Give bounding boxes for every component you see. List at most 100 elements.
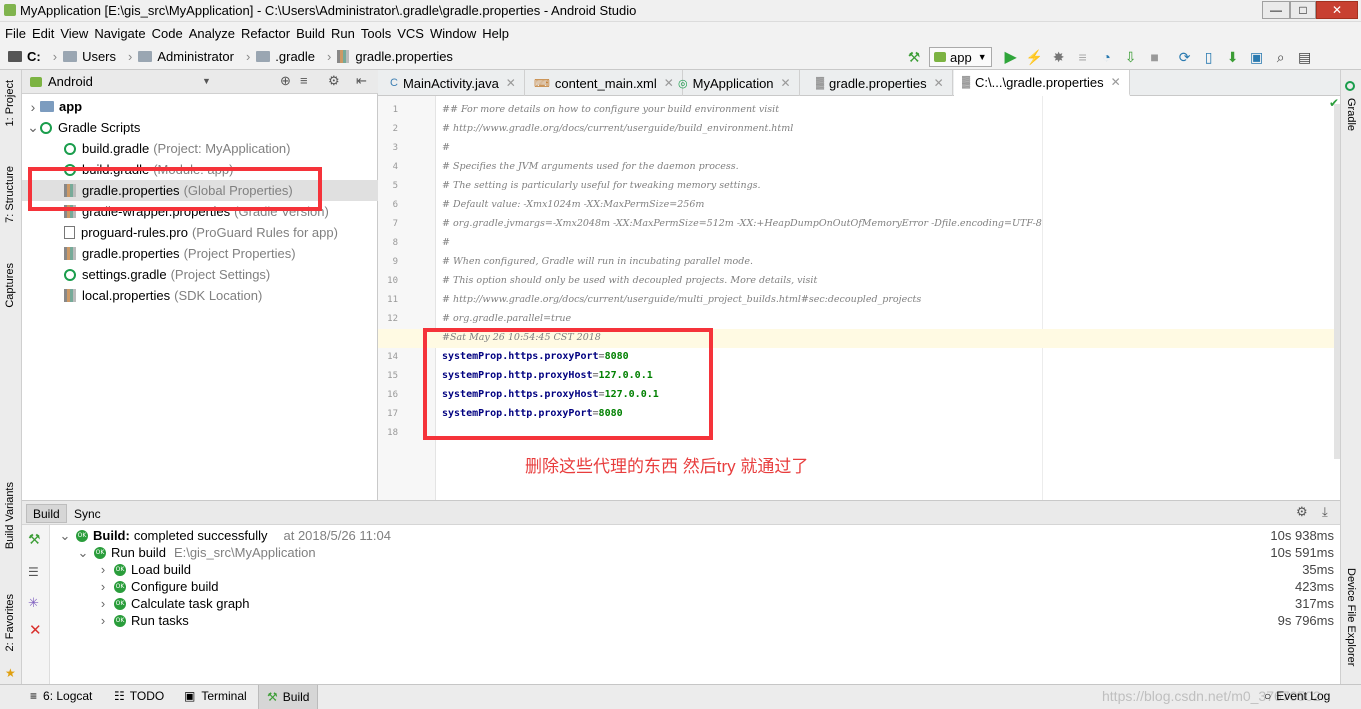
title-bar: MyApplication [E:\gis_src\MyApplication]… bbox=[0, 0, 1361, 22]
menu-help[interactable]: Help bbox=[482, 26, 509, 41]
line-number: 14 bbox=[387, 352, 398, 362]
chevron-down-icon[interactable]: ⌄ bbox=[76, 545, 90, 561]
device-file-explorer-tool-button[interactable]: Device File Explorer bbox=[1345, 568, 1357, 666]
debug-icon[interactable]: ✸ bbox=[1050, 48, 1068, 66]
hide-panel-icon[interactable]: ⇤ bbox=[356, 73, 367, 89]
editor-tab[interactable]: ⌨ content_main.xml ✕ bbox=[526, 70, 683, 96]
todo-icon: ☷ bbox=[114, 689, 125, 703]
close-tab-icon[interactable]: ✕ bbox=[506, 76, 516, 90]
layout-inspector-icon[interactable]: ▤ bbox=[1296, 48, 1314, 66]
build-tree-row[interactable]: ⌄ OK Run build E:\gis_src\MyApplication 10s … bbox=[76, 544, 1334, 561]
chevron-right-icon[interactable]: › bbox=[96, 596, 110, 611]
search-icon[interactable]: ⌕ bbox=[1272, 48, 1290, 66]
chevron-right-icon[interactable]: › bbox=[96, 613, 110, 628]
stop-icon[interactable]: ■ bbox=[1146, 48, 1164, 66]
menu-tools[interactable]: Tools bbox=[361, 26, 391, 41]
menu-file[interactable]: File bbox=[5, 26, 26, 41]
sdk-manager-icon[interactable]: ⬇ bbox=[1224, 48, 1242, 66]
apply-changes-icon[interactable]: ⚡ bbox=[1026, 48, 1044, 66]
build-variants-tool-button[interactable]: Build Variants bbox=[4, 482, 16, 549]
tree-item[interactable]: proguard-rules.pro (ProGuard Rules for ap… bbox=[22, 222, 378, 243]
breadcrumb-item[interactable]: .gradle bbox=[256, 49, 315, 64]
breadcrumb-item[interactable]: Administrator bbox=[138, 49, 234, 64]
close-tab-icon[interactable]: ✕ bbox=[781, 76, 791, 90]
coverage-icon[interactable]: ≡ bbox=[1074, 48, 1092, 66]
gear-icon[interactable]: ⚙ bbox=[1296, 504, 1308, 520]
tree-item[interactable]: settings.gradle (Project Settings) bbox=[22, 264, 378, 285]
tree-item[interactable]: ⌄ Gradle Scripts bbox=[22, 117, 378, 138]
toggle-view-icon[interactable]: ☰ bbox=[28, 565, 39, 579]
tab-build[interactable]: Build bbox=[26, 504, 67, 523]
logcat-tool-button[interactable]: ≡ 6: Logcat bbox=[30, 689, 92, 703]
terminal-tool-button[interactable]: ▣ Terminal bbox=[184, 689, 247, 703]
menu-build[interactable]: Build bbox=[296, 26, 325, 41]
close-tab-icon[interactable]: ✕ bbox=[1111, 75, 1121, 89]
editor-tab[interactable]: ▓ C:\...\gradle.properties ✕ bbox=[954, 70, 1130, 96]
minimize-button[interactable]: — bbox=[1262, 1, 1290, 19]
editor-tab[interactable]: ▓ gradle.properties ✕ bbox=[808, 70, 953, 96]
build-tree-row[interactable]: › OK Configure build 423ms bbox=[96, 578, 1334, 595]
favorites-tool-button[interactable]: 2: Favorites bbox=[4, 594, 16, 651]
close-icon[interactable]: ✕ bbox=[29, 621, 42, 639]
todo-tool-button[interactable]: ☷ TODO bbox=[114, 689, 164, 703]
project-view-select[interactable]: Android bbox=[48, 74, 93, 89]
gear-icon[interactable]: ⚙ bbox=[328, 73, 340, 89]
editor-tab-label: MyApplication bbox=[692, 75, 774, 91]
editor-tab[interactable]: C MainActivity.java ✕ bbox=[382, 70, 525, 96]
chevron-down-icon[interactable]: ▼ bbox=[202, 76, 211, 86]
chevron-right-icon[interactable]: › bbox=[96, 579, 110, 594]
hide-panel-icon[interactable]: ⤓ bbox=[1322, 504, 1328, 520]
menu-refactor[interactable]: Refactor bbox=[241, 26, 290, 41]
right-tool-strip: Gradle Device File Explorer bbox=[1340, 70, 1361, 684]
project-tool-button[interactable]: 1: Project bbox=[4, 80, 16, 126]
tree-item[interactable]: gradle.properties (Project Properties) bbox=[22, 243, 378, 264]
chevron-down-icon[interactable]: ⌄ bbox=[26, 119, 40, 136]
pin-icon[interactable]: ✳ bbox=[28, 595, 39, 611]
build-tree-row[interactable]: › OK Load build 35ms bbox=[96, 561, 1334, 578]
make-project-hammer-icon[interactable]: ⚒ bbox=[905, 48, 923, 66]
menu-navigate[interactable]: Navigate bbox=[94, 26, 145, 41]
structure-tool-button[interactable]: 7: Structure bbox=[4, 166, 16, 223]
tree-item[interactable]: › app bbox=[22, 96, 378, 117]
chevron-down-icon[interactable]: ⌄ bbox=[58, 528, 72, 544]
collapse-all-icon[interactable]: ≡ bbox=[300, 73, 308, 88]
profile-icon[interactable]: ◔ bbox=[1098, 48, 1116, 66]
build-status-text: completed successfully bbox=[133, 528, 268, 543]
sync-gradle-icon[interactable]: ⟳ bbox=[1176, 48, 1194, 66]
menu-code[interactable]: Code bbox=[152, 26, 183, 41]
avd-manager-icon[interactable]: ▯ bbox=[1200, 48, 1218, 66]
scroll-from-source-icon[interactable]: ⊕ bbox=[280, 73, 291, 89]
build-tree-row[interactable]: ⌄ OK Build: completed successfully at 2018/5… bbox=[58, 527, 1334, 544]
chevron-right-icon[interactable]: › bbox=[96, 562, 110, 577]
breadcrumb-item[interactable]: gradle.properties bbox=[337, 49, 453, 64]
project-structure-icon[interactable]: ▣ bbox=[1248, 48, 1266, 66]
build-tool-button[interactable]: ⚒ Build bbox=[258, 685, 319, 709]
tree-item[interactable]: local.properties (SDK Location) bbox=[22, 285, 378, 306]
tab-sync[interactable]: Sync bbox=[68, 504, 107, 523]
chevron-right-icon[interactable]: › bbox=[26, 99, 40, 115]
close-tab-icon[interactable]: ✕ bbox=[934, 76, 944, 90]
build-tree-row[interactable]: › OK Run tasks 9s 796ms bbox=[96, 612, 1334, 629]
tree-item[interactable]: build.gradle (Project: MyApplication) bbox=[22, 138, 378, 159]
run-icon[interactable]: ▶ bbox=[1002, 48, 1020, 66]
build-tree-row[interactable]: › OK Calculate task graph 317ms bbox=[96, 595, 1334, 612]
menu-run[interactable]: Run bbox=[331, 26, 355, 41]
editor-tab[interactable]: ◎ MyApplication ✕ bbox=[670, 70, 800, 96]
rebuild-hammer-icon[interactable]: ⚒ bbox=[28, 531, 41, 548]
menu-window[interactable]: Window bbox=[430, 26, 476, 41]
folder-icon bbox=[63, 51, 78, 62]
line-number: 17 bbox=[387, 409, 398, 419]
menu-view[interactable]: View bbox=[60, 26, 88, 41]
event-log-tool-button[interactable]: ○ Event Log bbox=[1264, 689, 1330, 703]
attach-debugger-icon[interactable]: ⇩ bbox=[1122, 48, 1140, 66]
breadcrumb-item[interactable]: C: bbox=[8, 49, 41, 64]
breadcrumb-item[interactable]: Users bbox=[63, 49, 116, 64]
gradle-tool-button[interactable]: Gradle bbox=[1345, 98, 1357, 131]
maximize-button[interactable]: □ bbox=[1290, 1, 1316, 19]
menu-edit[interactable]: Edit bbox=[32, 26, 54, 41]
menu-analyze[interactable]: Analyze bbox=[189, 26, 235, 41]
close-button[interactable]: ✕ bbox=[1316, 1, 1358, 19]
run-config-select[interactable]: app ▼ bbox=[929, 47, 992, 67]
menu-vcs[interactable]: VCS bbox=[397, 26, 424, 41]
captures-tool-button[interactable]: Captures bbox=[4, 263, 16, 308]
